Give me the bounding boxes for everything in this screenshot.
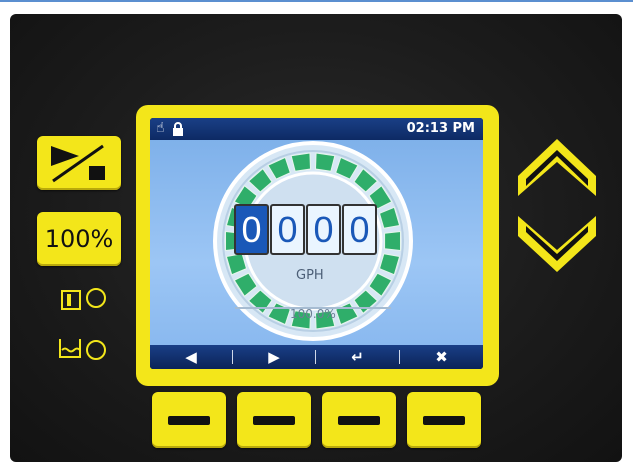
close-icon: ✖: [435, 348, 448, 366]
up-arrow-button[interactable]: [514, 134, 600, 204]
nav-enter-button[interactable]: ↵: [316, 345, 399, 369]
dash-icon: [423, 416, 465, 425]
digit-value: 0: [241, 208, 262, 250]
pump-indicator-bar-icon: [67, 294, 71, 306]
dash-icon: [168, 416, 210, 425]
flow-digit-2[interactable]: 0: [270, 204, 305, 255]
down-arrow-button[interactable]: [514, 208, 600, 278]
top-accent-line: [0, 0, 633, 2]
softkey-1[interactable]: [152, 392, 226, 448]
lock-icon: [173, 122, 183, 136]
nav-left-button[interactable]: ◀: [150, 345, 232, 369]
nav-right-button[interactable]: ▶: [233, 345, 315, 369]
dash-icon: [253, 416, 295, 425]
enter-icon: ↵: [351, 348, 364, 366]
arrow-left-icon: ◀: [185, 348, 197, 366]
flow-percent-label: 100.0%: [290, 307, 336, 321]
softkey-4[interactable]: [407, 392, 481, 448]
tank-level-icon: [58, 337, 82, 363]
digit-value: 0: [349, 208, 370, 250]
digit-value: 0: [277, 208, 298, 250]
nav-cancel-button[interactable]: ✖: [400, 345, 483, 369]
pump-indicator-icon: [61, 290, 81, 310]
percent-100-button[interactable]: 100%: [37, 212, 121, 266]
start-stop-button[interactable]: [37, 136, 121, 190]
percent-100-label: 100%: [44, 225, 114, 253]
chevron-up-icon: [518, 139, 596, 196]
hand-icon: ☝: [156, 120, 165, 136]
flow-digit-4[interactable]: 0: [342, 204, 377, 255]
play-stop-icon: [51, 144, 105, 183]
flow-unit-label: GPH: [296, 268, 324, 283]
dash-icon: [338, 416, 380, 425]
ring-segment: [384, 230, 401, 252]
arrow-right-icon: ▶: [268, 348, 280, 366]
navigation-bar: ◀ ▶ ↵ ✖: [150, 345, 483, 369]
ring-segment: [314, 152, 336, 172]
chevron-down-icon: [518, 216, 596, 272]
clock-time: 02:13 PM: [406, 121, 475, 136]
softkey-3[interactable]: [322, 392, 396, 448]
tank-level-led: [86, 340, 106, 360]
digit-value: 0: [313, 208, 334, 250]
flow-digit-1[interactable]: 0: [234, 204, 269, 255]
softkey-2[interactable]: [237, 392, 311, 448]
flow-digit-3[interactable]: 0: [306, 204, 341, 255]
pump-status-led: [86, 288, 106, 308]
status-bar: ☝ 02:13 PM: [150, 118, 483, 140]
ring-segment: [290, 152, 312, 172]
